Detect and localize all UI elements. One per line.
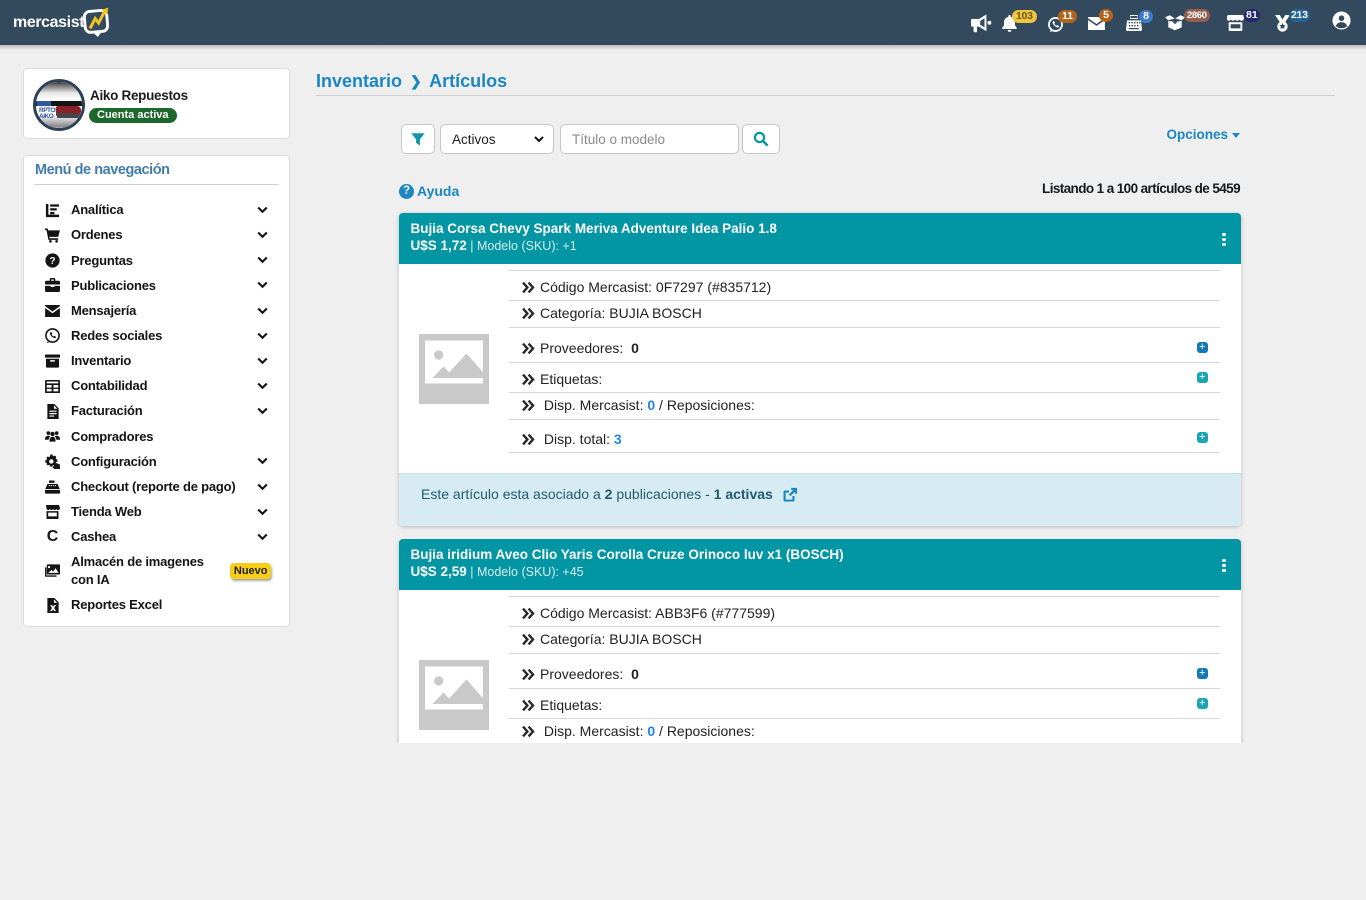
svg-text:?: ? [49, 256, 55, 267]
